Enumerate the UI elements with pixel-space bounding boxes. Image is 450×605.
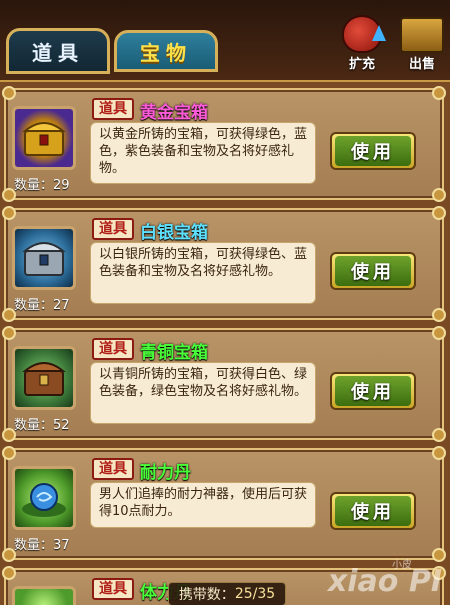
item-list[interactable]: 数量：29 道具 黄金宝箱 以黄金所铸的宝箱，可获得绿色，蓝色，紫色装备和宝物及…: [0, 80, 450, 605]
tab-treasure[interactable]: 宝物: [114, 30, 218, 72]
item-tag: 道具: [92, 578, 134, 600]
watermark: xiao PI: [327, 564, 442, 599]
use-button[interactable]: 使用: [330, 132, 416, 170]
bronze-chest-icon[interactable]: [12, 346, 76, 410]
use-label: 使用: [335, 496, 411, 526]
sell-label: 出售: [408, 57, 435, 72]
item-name: 黄金宝箱: [140, 103, 208, 123]
gold-ingot-icon: [400, 17, 444, 53]
use-button[interactable]: 使用: [330, 252, 416, 290]
item-name: 白银宝箱: [140, 223, 208, 243]
use-label: 使用: [335, 256, 411, 286]
gold-chest-icon[interactable]: [12, 106, 76, 170]
item-description: 以青铜所铸的宝箱，可获得白色、绿色装备，绿色宝物及名将好感礼物。: [90, 362, 316, 424]
stamina-pill-icon[interactable]: [12, 586, 76, 605]
carry-label: 携带数：: [178, 587, 235, 603]
item-quantity: 数量：27: [14, 298, 70, 313]
use-label: 使用: [335, 376, 411, 406]
list-item: 数量：52 道具 青铜宝箱 以青铜所铸的宝箱，可获得白色、绿色装备，绿色宝物及名…: [2, 326, 446, 442]
list-item: 数量：37 道具 耐力丹 男人们追捧的耐力神器，使用后可获得10点耐力。 使用: [2, 446, 446, 562]
item-quantity: 数量：52: [14, 418, 70, 433]
carry-value: 25/35: [234, 586, 276, 602]
item-tag: 道具: [92, 458, 134, 480]
use-button[interactable]: 使用: [330, 372, 416, 410]
item-description: 以白银所铸的宝箱，可获得绿色、蓝色装备和宝物及名将好感礼物。: [90, 242, 316, 304]
item-description: 以黄金所铸的宝箱，可获得绿色，蓝色，紫色装备和宝物及名将好感礼物。: [90, 122, 316, 184]
arrow-up-icon: [372, 25, 386, 41]
item-tag: 道具: [92, 98, 134, 120]
stamina-pill-icon[interactable]: [12, 466, 76, 530]
list-item: 数量：29 道具 黄金宝箱 以黄金所铸的宝箱，可获得绿色，蓝色，紫色装备和宝物及…: [2, 86, 446, 202]
item-name: 耐力丹: [140, 463, 191, 483]
item-quantity: 数量：37: [14, 538, 70, 553]
item-tag: 道具: [92, 218, 134, 240]
use-button[interactable]: 使用: [330, 492, 416, 530]
item-quantity: 数量：29: [14, 178, 70, 193]
silver-chest-icon[interactable]: [12, 226, 76, 290]
sell-button[interactable]: 出售: [394, 14, 450, 72]
carry-count: 携带数： 25/35: [168, 582, 286, 605]
list-item: 数量：27 道具 白银宝箱 以白银所铸的宝箱，可获得绿色、蓝色装备和宝物及名将好…: [2, 206, 446, 322]
bag-icon: [342, 15, 386, 53]
tab-props[interactable]: 道具: [6, 28, 110, 74]
expand-button[interactable]: 扩充: [334, 14, 390, 72]
item-description: 男人们追捧的耐力神器，使用后可获得10点耐力。: [90, 482, 316, 528]
use-label: 使用: [335, 136, 411, 166]
item-name: 青铜宝箱: [140, 343, 208, 363]
item-tag: 道具: [92, 338, 134, 360]
expand-label: 扩充: [348, 57, 375, 72]
top-bar: 道具 宝物 扩充 出售: [0, 0, 450, 80]
